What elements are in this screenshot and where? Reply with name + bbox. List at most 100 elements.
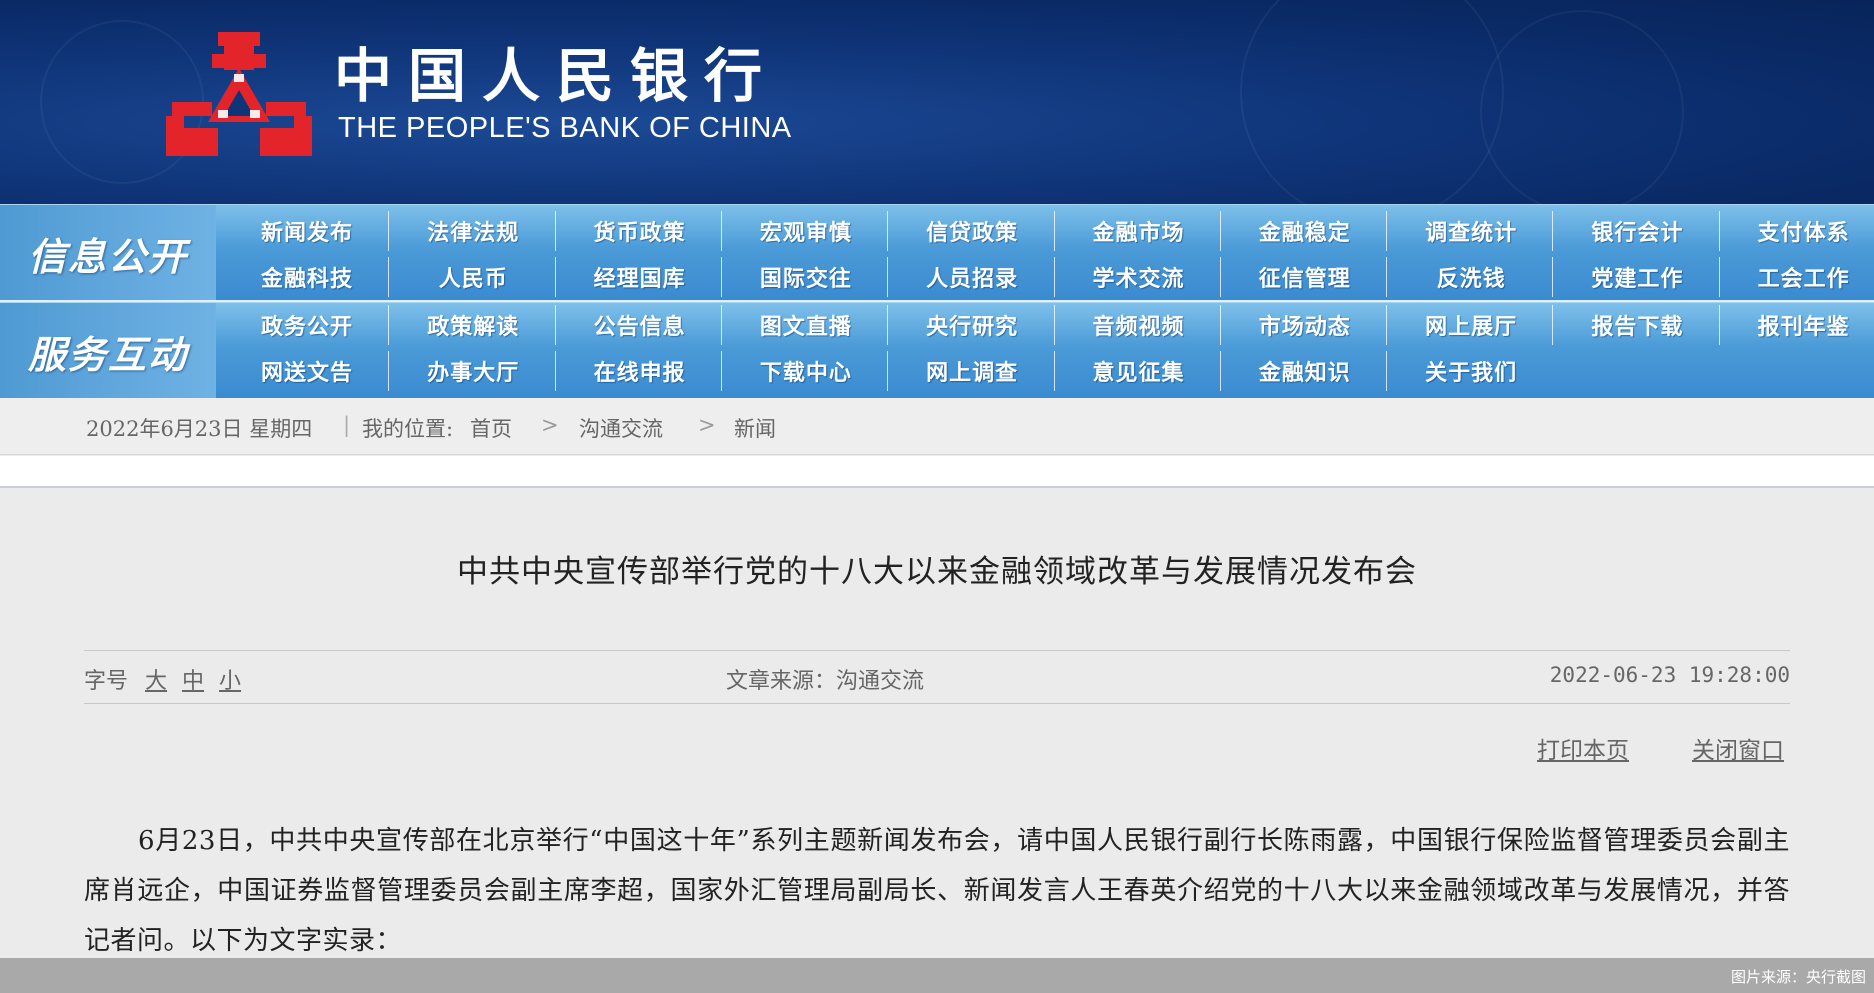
nav-item[interactable]: 新闻发布	[224, 209, 390, 253]
font-size-controls: 字号 大 中 小	[84, 663, 241, 695]
nav-separator	[1053, 257, 1055, 297]
nav-item[interactable]: 人员招录	[889, 255, 1055, 299]
breadcrumb-divider: |	[343, 413, 351, 437]
nav-band-service-interaction: 服务互动 政务公开 政策解读 公告信息 图文直播 央行研究 音频视频 市场动态 网上展厅 报告下…	[0, 302, 1874, 399]
nav-separator	[720, 211, 722, 251]
nav-separator	[1552, 305, 1554, 345]
nav-item[interactable]: 征信管理	[1222, 255, 1388, 299]
nav-item[interactable]: 经理国库	[557, 255, 723, 299]
nav-item[interactable]: 网送文告	[224, 349, 390, 393]
nav-item[interactable]: 音频视频	[1056, 303, 1222, 347]
breadcrumb-home-link[interactable]: 首页	[470, 413, 512, 443]
article-body-paragraph: 6月23日，中共中央宣传部在北京举行“中国这十年”系列主题新闻发布会，请中国人民…	[84, 826, 1790, 956]
nav-item[interactable]: 银行会计	[1554, 209, 1720, 253]
nav-separator	[1386, 351, 1388, 391]
nav-separator	[1053, 351, 1055, 391]
nav-item[interactable]: 信贷政策	[889, 209, 1055, 253]
breadcrumb-communication-link[interactable]: 沟通交流	[579, 413, 663, 443]
nav-separator	[1718, 305, 1720, 345]
nav-item[interactable]: 金融稳定	[1222, 209, 1388, 253]
meta-divider	[84, 650, 1790, 651]
nav-item[interactable]: 国际交往	[723, 255, 889, 299]
nav-separator	[554, 211, 556, 251]
breadcrumb-location-label: 我的位置:	[362, 417, 454, 441]
pboc-emblem-icon[interactable]	[166, 30, 312, 160]
nav-item[interactable]: 金融知识	[1222, 349, 1388, 393]
breadcrumb-news-link[interactable]: 新闻	[734, 413, 776, 443]
nav-item[interactable]: 法律法规	[390, 209, 556, 253]
nav-separator	[388, 351, 390, 391]
font-size-label: 字号	[84, 669, 129, 694]
image-caption-bar: 图片来源：央行截图	[0, 958, 1874, 993]
nav-item[interactable]: 下载中心	[723, 349, 889, 393]
nav-item[interactable]: 支付体系	[1721, 209, 1874, 253]
banner-decoration	[1480, 10, 1684, 204]
nav-separator	[1219, 257, 1221, 297]
font-medium-link[interactable]: 中	[182, 669, 204, 694]
nav-separator	[388, 257, 390, 297]
article-title: 中共中央宣传部举行党的十八大以来金融领域改革与发展情况发布会	[457, 554, 1417, 590]
logo-english-name[interactable]: THE PEOPLE'S BANK OF CHINA	[338, 112, 792, 145]
breadcrumb-chevron-icon: >	[541, 413, 559, 437]
nav-item[interactable]: 意见征集	[1056, 349, 1222, 393]
nav-item[interactable]: 报刊年鉴	[1721, 303, 1874, 347]
nav-separator	[1552, 257, 1554, 297]
nav-item[interactable]: 公告信息	[557, 303, 723, 347]
nav-item[interactable]: 市场动态	[1222, 303, 1388, 347]
breadcrumb: 2022年6月23日 星期四 | 我的位置: 首页 > 沟通交流 > 新闻	[0, 398, 1874, 455]
nav-separator	[1552, 211, 1554, 251]
content-top-strip	[0, 456, 1874, 488]
nav-item[interactable]: 人民币	[390, 255, 556, 299]
nav-item[interactable]: 反洗钱	[1388, 255, 1554, 299]
nav-item[interactable]: 央行研究	[889, 303, 1055, 347]
nav-item[interactable]: 货币政策	[557, 209, 723, 253]
nav-item[interactable]: 办事大厅	[390, 349, 556, 393]
nav-separator	[1718, 211, 1720, 251]
nav-item[interactable]: 网上调查	[889, 349, 1055, 393]
nav-separator	[887, 351, 889, 391]
nav-item[interactable]: 政策解读	[390, 303, 556, 347]
logo-chinese-name[interactable]: 中国人民银行	[334, 38, 804, 114]
nav-separator	[388, 211, 390, 251]
image-source-caption: 图片来源：央行截图	[1730, 968, 1866, 986]
nav-item[interactable]: 网上展厅	[1388, 303, 1554, 347]
nav-separator	[1386, 257, 1388, 297]
font-large-link[interactable]: 大	[145, 669, 167, 694]
nav-separator	[720, 257, 722, 297]
nav-separator	[554, 305, 556, 345]
close-window-link[interactable]: 关闭窗口	[1692, 738, 1784, 764]
nav-item[interactable]: 关于我们	[1388, 349, 1554, 393]
site-header: 中国人民银行 THE PEOPLE'S BANK OF CHINA	[0, 0, 1874, 204]
nav-group-label: 服务互动	[0, 303, 216, 399]
nav-separator	[1053, 305, 1055, 345]
article-source: 文章来源：沟通交流	[726, 669, 925, 694]
nav-item[interactable]: 在线申报	[557, 349, 723, 393]
article-datetime: 2022-06-23 19:28:00	[1549, 663, 1790, 687]
nav-item[interactable]: 学术交流	[1056, 255, 1222, 299]
nav-separator	[1219, 211, 1221, 251]
nav-item[interactable]: 报告下载	[1554, 303, 1720, 347]
nav-separator	[1219, 305, 1221, 345]
nav-item[interactable]: 图文直播	[723, 303, 889, 347]
nav-separator	[720, 351, 722, 391]
nav-separator	[887, 211, 889, 251]
print-page-link[interactable]: 打印本页	[1537, 738, 1629, 764]
nav-item[interactable]: 政务公开	[224, 303, 390, 347]
nav-separator	[1219, 351, 1221, 391]
nav-group-label: 信息公开	[0, 205, 216, 301]
nav-separator	[720, 305, 722, 345]
nav-item[interactable]: 金融科技	[224, 255, 390, 299]
nav-item[interactable]: 金融市场	[1056, 209, 1222, 253]
nav-item[interactable]: 宏观审慎	[723, 209, 889, 253]
nav-item[interactable]: 工会工作	[1721, 255, 1874, 299]
banner-decoration	[1240, 0, 1504, 204]
nav-item[interactable]: 调查统计	[1388, 209, 1554, 253]
nav-separator	[554, 257, 556, 297]
font-small-link[interactable]: 小	[219, 669, 241, 694]
nav-separator	[887, 305, 889, 345]
nav-separator	[388, 305, 390, 345]
breadcrumb-chevron-icon: >	[698, 413, 716, 437]
nav-item[interactable]: 党建工作	[1554, 255, 1720, 299]
close-tool: 关闭窗口	[1692, 731, 1784, 765]
nav-separator	[1053, 211, 1055, 251]
